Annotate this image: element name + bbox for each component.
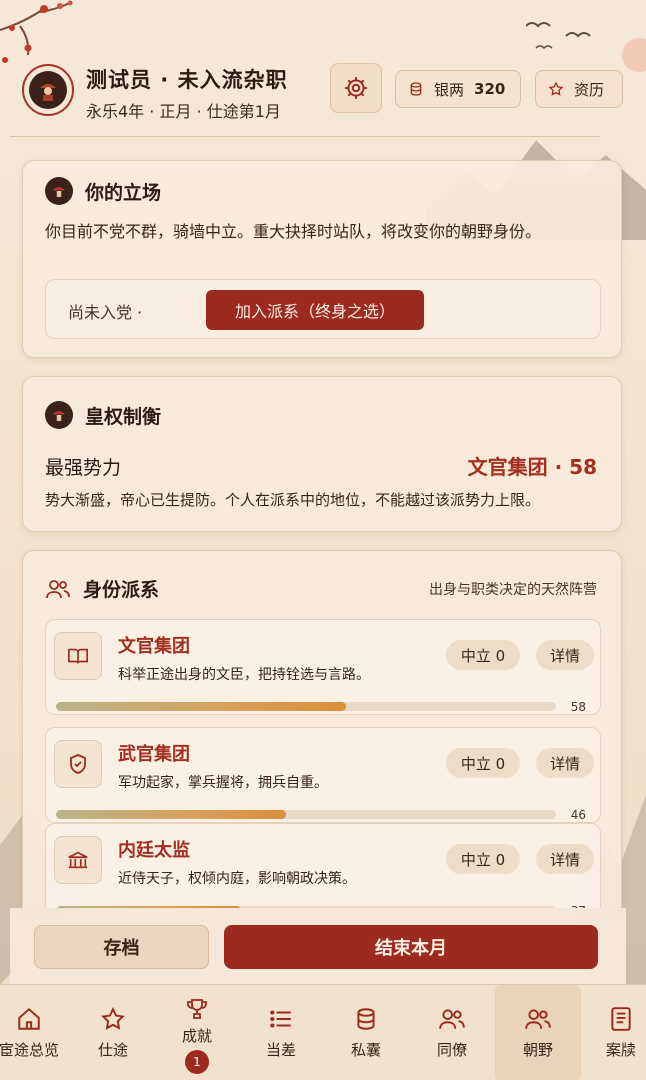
bottom-tab-bar: 宦途总览 仕途 成就 1 当差 私囊 同僚 朝野 案牍: [0, 984, 646, 1080]
official-portrait-icon: [29, 71, 67, 109]
neutral-standing-chip: 中立 0: [446, 748, 520, 778]
faction-row[interactable]: 武官集团 军功起家，掌兵握将，拥兵自重。 中立 0 详情 46: [45, 727, 601, 823]
party-status: 尚未入党 ·: [68, 303, 143, 322]
document-icon: [609, 1005, 633, 1033]
neutral-standing-chip: 中立 0: [446, 640, 520, 670]
power-value: 58: [570, 700, 586, 714]
power-bar-fill: [56, 810, 286, 819]
factions-note: 出身与职类决定的天然阵营: [429, 582, 597, 598]
tab-label: 案牍: [605, 1041, 636, 1059]
stance-box: 尚未入党 · 加入派系（终身之选）: [45, 279, 601, 339]
balance-title: 皇权制衡: [45, 401, 161, 429]
strongest-power-label: 最强势力: [45, 457, 122, 479]
date-subtitle: 永乐4年 · 正月 · 仕途第1月: [86, 102, 281, 121]
faction-description: 近侍天子，权倾内庭，影响朝政决策。: [118, 871, 356, 887]
power-bar: [56, 810, 556, 819]
silver-label: 银两: [434, 80, 465, 99]
header: 测试员 · 未入流杂职 永乐4年 · 正月 · 仕途第1月 银两 320 资历: [0, 0, 646, 137]
star-icon: [100, 1005, 126, 1033]
balance-description: 势大渐盛，帝心已生提防。个人在派系中的地位，不能越过该派势力上限。: [45, 491, 541, 509]
imperial-balance-card: 皇权制衡 最强势力 文官集团 · 58 势大渐盛，帝心已生提防。个人在派系中的地…: [22, 376, 622, 532]
people-icon: [438, 1005, 466, 1033]
trophy-icon: [185, 995, 209, 1023]
faction-row[interactable]: 内廷太监 近侍天子，权倾内庭，影响朝政决策。 中立 0 详情 37: [45, 823, 601, 909]
tab-career[interactable]: 仕途: [70, 985, 156, 1080]
coins-icon: [353, 1005, 379, 1033]
tab-label: 朝野: [522, 1041, 553, 1059]
silver-value: 320: [474, 80, 506, 98]
tab-achievements[interactable]: 成就 1: [154, 985, 240, 1080]
action-bar: 存档 结束本月: [10, 908, 626, 984]
power-bar: [56, 702, 556, 711]
tab-label: 同僚: [436, 1041, 467, 1059]
faction-description: 科举正途出身的文臣，把持铨选与言路。: [118, 667, 370, 683]
factions-card: 身份派系 出身与职类决定的天然阵营 文官集团 科举正途出身的文臣，把持铨选与言路…: [22, 550, 622, 910]
tab-label: 私囊: [350, 1041, 381, 1059]
list-icon: [268, 1005, 294, 1033]
power-value: 46: [570, 808, 586, 822]
tab-documents[interactable]: 案牍: [578, 985, 646, 1080]
gear-icon: [345, 77, 367, 99]
faction-name: 文官集团: [118, 636, 190, 657]
people-icon: [524, 1005, 552, 1033]
book-icon: [54, 632, 102, 680]
faction-name: 内廷太监: [118, 840, 190, 861]
tab-overview[interactable]: 宦途总览: [0, 985, 72, 1080]
coins-icon: [408, 81, 424, 97]
factions-title: 身份派系: [45, 575, 159, 602]
stance-title: 你的立场: [45, 177, 161, 205]
silver-chip[interactable]: 银两 320: [395, 70, 521, 108]
faction-description: 军功起家，掌兵握将，拥兵自重。: [118, 775, 328, 791]
tab-duty[interactable]: 当差: [238, 985, 324, 1080]
join-faction-button[interactable]: 加入派系（终身之选）: [206, 290, 424, 330]
tab-label: 成就: [181, 1027, 212, 1045]
save-button[interactable]: 存档: [34, 925, 209, 969]
faction-name: 武官集团: [118, 744, 190, 765]
resume-label: 资历: [574, 80, 605, 99]
palace-icon: [54, 836, 102, 884]
neutral-standing-chip: 中立 0: [446, 844, 520, 874]
star-icon: [548, 81, 564, 97]
page-title: 测试员 · 未入流杂职: [86, 68, 288, 92]
header-divider: [10, 136, 600, 137]
seal-icon: [45, 177, 73, 205]
home-icon: [16, 1005, 42, 1033]
balance-title-text: 皇权制衡: [85, 405, 162, 428]
faction-row[interactable]: 文官集团 科举正途出身的文臣，把持铨选与言路。 中立 0 详情 58: [45, 619, 601, 715]
settings-button[interactable]: [330, 63, 382, 113]
detail-button[interactable]: 详情: [536, 844, 594, 874]
tab-label: 宦途总览: [0, 1041, 59, 1059]
strongest-power-value: 文官集团 · 58: [467, 455, 597, 479]
factions-title-text: 身份派系: [83, 579, 160, 601]
tab-label: 当差: [265, 1041, 296, 1059]
tab-label: 仕途: [97, 1041, 128, 1059]
end-month-button[interactable]: 结束本月: [224, 925, 598, 969]
avatar[interactable]: [22, 64, 74, 116]
tab-court[interactable]: 朝野: [495, 985, 581, 1080]
detail-button[interactable]: 详情: [536, 748, 594, 778]
stance-description: 你目前不党不群，骑墙中立。重大抉择时站队，将改变你的朝野身份。: [45, 222, 542, 241]
stance-card: 你的立场 你目前不党不群，骑墙中立。重大抉择时站队，将改变你的朝野身份。 尚未入…: [22, 160, 622, 358]
resume-chip[interactable]: 资历: [535, 70, 623, 108]
detail-button[interactable]: 详情: [536, 640, 594, 670]
power-bar-fill: [56, 702, 346, 711]
tab-colleagues[interactable]: 同僚: [409, 985, 495, 1080]
stance-title-text: 你的立场: [85, 181, 162, 204]
people-icon: [45, 577, 71, 601]
seal-icon: [45, 401, 73, 429]
tab-purse[interactable]: 私囊: [323, 985, 409, 1080]
shield-icon: [54, 740, 102, 788]
notification-badge: 1: [185, 1050, 209, 1074]
